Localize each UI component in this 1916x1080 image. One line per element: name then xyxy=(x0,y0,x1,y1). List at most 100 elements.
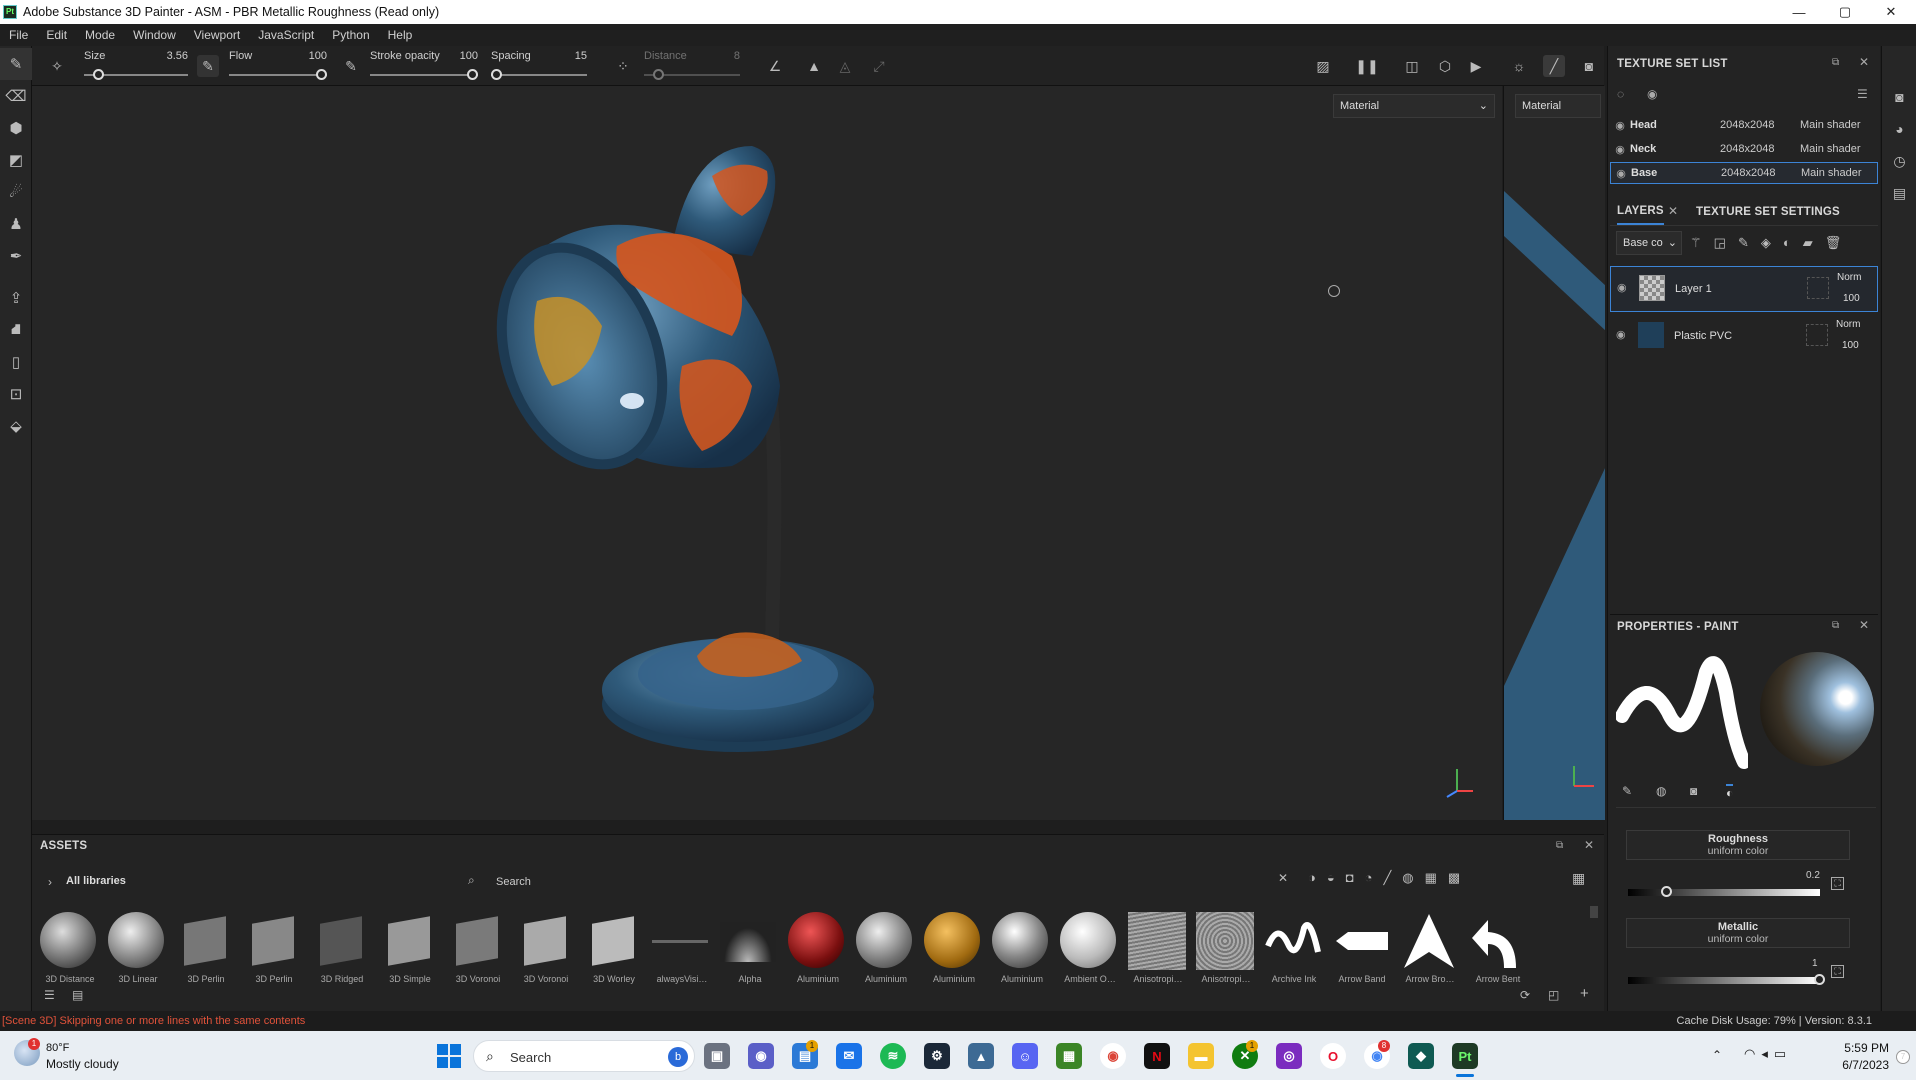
distance-value[interactable]: 8 xyxy=(734,50,740,62)
spacing-track[interactable] xyxy=(491,74,587,76)
projection-icon[interactable]: ⬢ xyxy=(0,112,32,144)
3d-view-icon[interactable]: ⬡ xyxy=(1434,55,1456,77)
size-handle[interactable] xyxy=(93,69,105,80)
flow-handle[interactable] xyxy=(316,69,327,80)
flow-track[interactable] xyxy=(229,74,327,76)
texture-set-head[interactable]: ◉ Head 2048x2048 Main shader xyxy=(1610,114,1878,136)
flow-value[interactable]: 100 xyxy=(309,50,327,62)
system-tray[interactable]: ◠◂▭ xyxy=(1744,1046,1792,1062)
add-fill-layer-icon[interactable]: ◈ xyxy=(1761,235,1783,250)
paint-brush-icon[interactable]: ✎ xyxy=(0,48,32,80)
visibility-eye-icon[interactable]: ◉ xyxy=(1616,328,1626,341)
layer-opacity[interactable]: 100 xyxy=(1842,340,1859,351)
material-preview-sphere[interactable] xyxy=(1760,652,1874,766)
mail-icon[interactable]: ✉ xyxy=(836,1043,862,1069)
hide-ui-icon[interactable]: ▨ xyxy=(1312,55,1334,77)
blend-mode[interactable]: Norm xyxy=(1837,272,1861,283)
blend-mode[interactable]: Norm xyxy=(1836,319,1860,330)
hide-all-icon[interactable]: ◌ xyxy=(1617,87,1624,101)
substance-designer-icon[interactable]: ◆ xyxy=(1408,1043,1434,1069)
metallic-field[interactable]: Metallic uniform color xyxy=(1626,918,1850,948)
stroke-opacity-track[interactable] xyxy=(370,74,478,76)
asset-item[interactable]: 3D Voronoi xyxy=(516,912,576,984)
camera-icon[interactable]: ▶ xyxy=(1465,55,1487,77)
new-window-icon[interactable]: ◰ xyxy=(1548,988,1559,1002)
menu-help[interactable]: Help xyxy=(379,28,422,42)
asset-item[interactable]: 3D Voronoi xyxy=(448,912,508,984)
visibility-eye-icon[interactable]: ◉ xyxy=(1610,119,1630,132)
visibility-eye-icon[interactable]: ◉ xyxy=(1617,281,1627,294)
library-selector[interactable]: All libraries xyxy=(66,875,126,887)
roughness-handle[interactable] xyxy=(1661,886,1672,897)
channel-dropdown[interactable]: Base co ⌄ xyxy=(1616,231,1682,255)
layer-item[interactable]: ◉ Layer 1 Norm 100 xyxy=(1610,266,1878,312)
refresh-icon[interactable]: ⟳ xyxy=(1520,988,1530,1002)
add-mask-icon[interactable]: ◲ xyxy=(1714,235,1738,250)
file-explorer-icon[interactable]: ▬ xyxy=(1188,1043,1214,1069)
asset-item[interactable]: Aluminium xyxy=(856,912,916,984)
assets-scrollbar[interactable] xyxy=(1590,906,1598,918)
status-message[interactable]: [Scene 3D] Skipping one or more lines wi… xyxy=(0,1015,305,1027)
mask-slot[interactable] xyxy=(1806,324,1828,346)
clone-icon[interactable]: ♟ xyxy=(0,208,32,240)
viewport-split-icon[interactable]: ◫ xyxy=(1401,55,1423,77)
tab-close-icon[interactable]: ✕ xyxy=(1668,204,1678,218)
asset-item[interactable]: Archive Ink xyxy=(1264,912,1324,984)
channel-link-icon[interactable]: ⛶ xyxy=(1831,965,1844,978)
stroke-opacity-value[interactable]: 100 xyxy=(460,50,478,62)
spacing-handle[interactable] xyxy=(491,69,502,80)
clock-date[interactable]: 6/7/2023 xyxy=(1829,1058,1889,1072)
texture-set-shader[interactable]: Main shader xyxy=(1801,167,1862,179)
metallic-value[interactable]: 1 xyxy=(1812,958,1818,969)
size-value[interactable]: 3.56 xyxy=(167,50,188,62)
menu-edit[interactable]: Edit xyxy=(37,28,76,42)
stroke-opacity-slider[interactable]: Stroke opacity 100 xyxy=(370,50,478,84)
spacing-value[interactable]: 15 xyxy=(575,50,587,62)
tab-texture-set-settings[interactable]: TEXTURE SET SETTINGS xyxy=(1696,199,1840,225)
color-picker-icon[interactable]: ✒ xyxy=(0,240,32,272)
alpha-tab-icon[interactable]: ◍ xyxy=(1656,784,1666,798)
grid-view-icon[interactable]: ▦ xyxy=(1572,870,1585,887)
brush-stroke-preview[interactable] xyxy=(1616,652,1748,770)
add-asset-icon[interactable]: + xyxy=(1580,985,1589,1002)
smudge-icon[interactable]: ☄ xyxy=(0,176,32,208)
angle-icon[interactable]: ∠ xyxy=(764,55,786,77)
asset-item[interactable]: Ambient O… xyxy=(1060,912,1120,984)
flow-pen-pressure-icon[interactable]: ✎ xyxy=(340,55,362,77)
asset-item[interactable]: Arrow Band xyxy=(1332,912,1392,984)
layer-opacity[interactable]: 100 xyxy=(1843,293,1860,304)
asset-item[interactable]: Anisotropi… xyxy=(1128,912,1188,984)
undock-icon[interactable]: ⧉ xyxy=(1556,840,1563,851)
viewport-channel-dropdown[interactable]: Material ⌄ xyxy=(1333,94,1495,118)
eraser-icon[interactable]: ⌫ xyxy=(0,80,32,112)
export-icon[interactable]: ⬙ xyxy=(0,410,32,442)
asset-item[interactable]: 3D Perlin xyxy=(176,912,236,984)
battery-icon[interactable]: ▭ xyxy=(1774,1046,1792,1061)
delete-layer-icon[interactable]: 🗑 xyxy=(1825,235,1854,250)
paint-mode-icon[interactable]: ╱ xyxy=(1543,55,1565,77)
size-pen-pressure-icon[interactable]: ✎ xyxy=(197,55,219,77)
wifi-icon[interactable]: ◠ xyxy=(1744,1046,1761,1061)
distance-slider[interactable]: Distance 8 xyxy=(644,50,740,84)
measure-icon[interactable]: ⊡ xyxy=(0,378,32,410)
symmetry-icon[interactable]: ▲ xyxy=(803,55,825,77)
filter-grids-icon[interactable]: ▦ xyxy=(1425,870,1448,885)
metallic-source[interactable]: uniform color xyxy=(1627,933,1849,945)
panel-close-icon[interactable]: ✕ xyxy=(1859,55,1869,69)
menu-mode[interactable]: Mode xyxy=(76,28,124,42)
add-smart-material-icon[interactable]: ◐ xyxy=(1783,235,1803,250)
filter-filters-icon[interactable]: ◔ xyxy=(1365,870,1384,885)
tab-layers[interactable]: LAYERS xyxy=(1617,199,1664,225)
roughness-value[interactable]: 0.2 xyxy=(1806,870,1820,881)
assets-tree-icon[interactable]: ▤ xyxy=(72,988,83,1002)
viewport-3d[interactable] xyxy=(32,86,1502,820)
asset-item[interactable]: Arrow Bro… xyxy=(1400,912,1460,984)
add-folder-icon[interactable]: ▰ xyxy=(1803,235,1825,250)
metallic-handle[interactable] xyxy=(1814,974,1825,985)
layer-item[interactable]: ◉ Plastic PVC Norm 100 xyxy=(1610,314,1878,360)
asset-item[interactable]: 3D Ridged xyxy=(312,912,372,984)
task-view-icon[interactable]: ▣ xyxy=(704,1043,730,1069)
symmetry-mirror-icon[interactable]: ◬ xyxy=(834,55,856,77)
chrome-icon[interactable]: ◉ xyxy=(1100,1043,1126,1069)
log-icon[interactable]: ▤ xyxy=(1882,177,1916,209)
